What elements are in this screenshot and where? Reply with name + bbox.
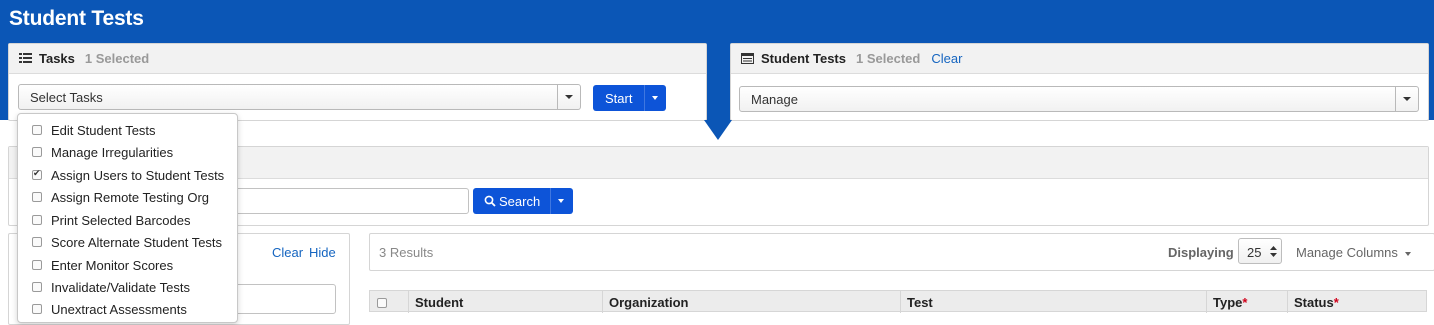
clear-filters-link[interactable]: Clear (272, 245, 303, 260)
task-menu-item-label: Enter Monitor Scores (51, 257, 174, 273)
caret-down-icon (1404, 251, 1411, 256)
search-input[interactable] (230, 188, 469, 214)
task-menu-item[interactable]: Unextract Assessments (18, 298, 237, 320)
task-menu-item[interactable]: Assign Users to Student Tests (18, 164, 237, 186)
search-button-label: Search (499, 194, 541, 209)
student-tests-panel-header: Student Tests 1 Selected Clear (731, 44, 1428, 74)
select-all-checkbox[interactable] (377, 298, 387, 308)
task-menu-item-label: Manage Irregularities (51, 144, 174, 160)
required-mark: * (1333, 294, 1339, 310)
updown-arrows-icon (1270, 246, 1277, 257)
task-menu-item-label: Invalidate/Validate Tests (51, 279, 190, 295)
tasks-panel-header: Tasks 1 Selected (9, 44, 706, 74)
hide-filters-link[interactable]: Hide (309, 245, 336, 260)
student-tests-title: Student Tests (761, 51, 846, 66)
task-menu-item-label: Assign Remote Testing Org (51, 189, 209, 205)
task-menu-item[interactable]: Invalidate/Validate Tests (18, 276, 237, 298)
select-tasks-value: Select Tasks (30, 90, 103, 105)
page-title: Student Tests (9, 7, 144, 30)
manage-value: Manage (751, 92, 798, 107)
col-status-label: Status (1294, 294, 1334, 310)
task-menu-item-label: Unextract Assessments (51, 301, 187, 317)
list-icon (19, 53, 32, 64)
manage-dropdown[interactable]: Manage (739, 86, 1419, 112)
task-dropdown-menu: Edit Student Tests Manage Irregularities… (17, 113, 238, 323)
col-student-label: Student (415, 294, 464, 310)
manage-columns-label: Manage Columns (1296, 245, 1398, 260)
task-checkbox[interactable] (32, 125, 42, 135)
search-icon (484, 195, 496, 207)
task-checkbox-checked[interactable] (32, 168, 42, 180)
student-tests-panel: Student Tests 1 Selected Clear Manage (730, 43, 1429, 121)
start-button-label: Start (605, 91, 633, 106)
table-icon (741, 53, 754, 64)
task-checkbox[interactable] (32, 282, 42, 292)
tasks-title: Tasks (39, 51, 75, 66)
student-tests-selected-count: 1 Selected (856, 51, 921, 66)
manage-columns-button[interactable]: Manage Columns (1296, 245, 1411, 260)
task-menu-item-label: Print Selected Barcodes (51, 212, 191, 228)
panel-pointer (704, 120, 732, 140)
task-menu-item-label: Score Alternate Student Tests (51, 234, 223, 250)
clear-selection-link[interactable]: Clear (931, 51, 962, 66)
task-checkbox[interactable] (32, 304, 42, 314)
col-organization-label: Organization (609, 294, 689, 310)
select-tasks-dropdown[interactable]: Select Tasks (18, 84, 581, 110)
col-type-label: Type (1213, 294, 1243, 310)
task-menu-item-label: Edit Student Tests (51, 122, 156, 138)
chevron-down-icon[interactable] (557, 85, 580, 109)
task-menu-item[interactable]: Edit Student Tests (18, 119, 237, 141)
task-menu-item-label: Assign Users to Student Tests (51, 167, 225, 183)
required-mark: * (1242, 294, 1248, 310)
tasks-panel: Tasks 1 Selected Select Tasks Start (8, 43, 707, 121)
page-size-value: 25 (1247, 245, 1262, 260)
task-checkbox[interactable] (32, 192, 42, 202)
start-button[interactable]: Start (593, 85, 666, 111)
task-menu-item[interactable]: Enter Monitor Scores (18, 254, 237, 276)
displaying-label: Displaying (1168, 245, 1234, 260)
task-menu-item[interactable]: Print Selected Barcodes (18, 209, 237, 231)
task-menu-item[interactable]: Score Alternate Student Tests (18, 231, 237, 253)
caret-down-icon[interactable] (652, 96, 658, 100)
task-menu-item[interactable]: Manage Irregularities (18, 141, 237, 163)
tasks-selected-count: 1 Selected (84, 51, 150, 66)
col-test-label: Test (907, 294, 933, 310)
page-size-select[interactable]: 25 (1238, 238, 1282, 264)
search-button[interactable]: Search (473, 188, 573, 214)
task-checkbox[interactable] (32, 147, 42, 157)
task-checkbox[interactable] (32, 237, 42, 247)
results-table-header: Student Organization Test Type * Status * (369, 290, 1427, 313)
task-checkbox[interactable] (32, 215, 42, 225)
results-count: 3 Results (379, 245, 434, 260)
task-menu-item[interactable]: Assign Remote Testing Org (18, 186, 237, 208)
caret-down-icon[interactable] (558, 199, 564, 203)
chevron-down-icon[interactable] (1395, 87, 1418, 111)
task-checkbox[interactable] (32, 260, 42, 270)
